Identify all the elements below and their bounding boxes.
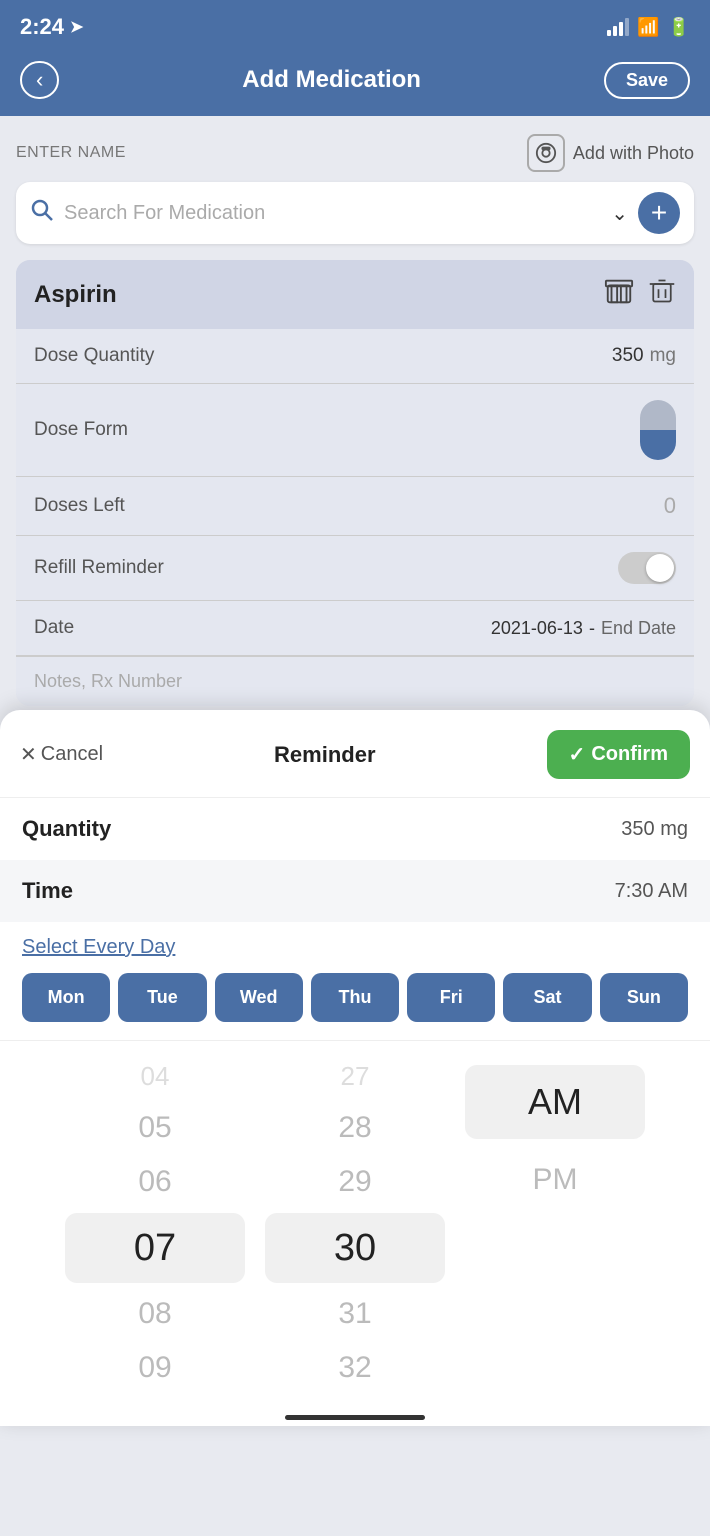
delete-icon[interactable] xyxy=(648,277,676,312)
min-31: 31 xyxy=(255,1287,455,1341)
home-bar xyxy=(285,1415,425,1420)
confirm-check-icon: ✓ xyxy=(569,742,586,767)
save-button[interactable]: Save xyxy=(604,62,690,99)
dose-quantity-value: 350 mg xyxy=(612,345,676,367)
cancel-button[interactable]: ✕ Cancel xyxy=(20,742,103,767)
battery-icon: 🔋 xyxy=(668,17,690,38)
search-bar[interactable]: Search For Medication ⌄ + xyxy=(16,182,694,244)
status-icons: 📶 🔋 xyxy=(607,17,690,38)
home-indicator xyxy=(0,1405,710,1426)
date-row[interactable]: Date 2021-06-13 - End Date xyxy=(16,601,694,656)
dose-form-label: Dose Form xyxy=(34,419,128,441)
date-value: 2021-06-13 - End Date xyxy=(491,618,676,639)
day-fri-button[interactable]: Fri xyxy=(407,973,495,1022)
time-row: Time 7:30 AM xyxy=(0,860,710,922)
select-every-day-button[interactable]: Select Every Day xyxy=(22,936,688,959)
time-picker[interactable]: 04 05 06 07 08 09 27 28 29 30 31 32 AM P… xyxy=(0,1040,710,1405)
form-rows: Dose Quantity 350 mg Dose Form Doses Lef… xyxy=(16,329,694,706)
status-bar: 2:24 ➤ 📶 🔋 xyxy=(0,0,710,50)
cancel-x-icon: ✕ xyxy=(20,742,37,767)
camera-icon xyxy=(527,134,565,172)
nav-bar: ‹ Add Medication Save xyxy=(0,50,710,116)
dose-form-row[interactable]: Dose Form xyxy=(16,384,694,477)
quantity-label: Quantity xyxy=(22,816,111,842)
day-tue-button[interactable]: Tue xyxy=(118,973,206,1022)
chevron-down-icon: ⌄ xyxy=(611,201,628,226)
medication-name: Aspirin xyxy=(34,281,117,309)
doses-left-value: 0 xyxy=(664,493,676,519)
hour-05: 05 xyxy=(55,1101,255,1155)
wifi-icon: 📶 xyxy=(637,17,659,38)
quantity-value: 350 mg xyxy=(621,818,688,841)
add-medication-button[interactable]: + xyxy=(638,192,680,234)
day-sun-button[interactable]: Sun xyxy=(600,973,688,1022)
min-28: 28 xyxy=(255,1101,455,1155)
notes-row[interactable]: Notes, Rx Number xyxy=(16,656,694,706)
capsule-icon xyxy=(640,400,676,460)
reminder-modal: ✕ Cancel Reminder ✓ Confirm Quantity 350… xyxy=(0,710,710,1426)
enter-name-row: ENTER NAME Add with Photo xyxy=(16,134,694,172)
pm-option[interactable]: PM xyxy=(455,1143,655,1217)
add-with-photo-label: Add with Photo xyxy=(573,143,694,164)
time-value: 7:30 AM xyxy=(615,880,688,903)
content-area: ENTER NAME Add with Photo Search For Med… xyxy=(0,116,710,706)
refill-reminder-toggle[interactable] xyxy=(618,552,676,584)
add-with-photo-button[interactable]: Add with Photo xyxy=(527,134,694,172)
status-time: 2:24 ➤ xyxy=(20,14,83,40)
refill-reminder-label: Refill Reminder xyxy=(34,557,164,579)
back-button[interactable]: ‹ xyxy=(20,61,59,99)
back-arrow-icon: ‹ xyxy=(36,67,43,93)
hour-09: 09 xyxy=(55,1341,255,1395)
medication-header: Aspirin xyxy=(16,260,694,329)
time-label: Time xyxy=(22,878,73,904)
quantity-row: Quantity 350 mg xyxy=(0,798,710,860)
notes-label: Notes, Rx Number xyxy=(34,671,182,691)
modal-title: Reminder xyxy=(274,742,375,768)
min-27: 27 xyxy=(255,1051,455,1101)
nav-title: Add Medication xyxy=(242,66,421,94)
day-selector: Select Every Day Mon Tue Wed Thu Fri Sat… xyxy=(0,922,710,1040)
hour-07-selected[interactable]: 07 xyxy=(65,1213,245,1283)
search-icon xyxy=(30,198,54,228)
day-mon-button[interactable]: Mon xyxy=(22,973,110,1022)
am-selected[interactable]: AM xyxy=(465,1065,645,1139)
hour-04: 04 xyxy=(55,1051,255,1101)
refill-reminder-row: Refill Reminder xyxy=(16,536,694,601)
day-wed-button[interactable]: Wed xyxy=(215,973,303,1022)
enter-name-label: ENTER NAME xyxy=(16,144,126,162)
date-label: Date xyxy=(34,617,74,639)
minutes-column[interactable]: 27 28 29 30 31 32 xyxy=(255,1051,455,1395)
day-sat-button[interactable]: Sat xyxy=(503,973,591,1022)
ampm-column[interactable]: AM PM xyxy=(455,1051,655,1395)
min-32: 32 xyxy=(255,1341,455,1395)
archive-icon[interactable] xyxy=(604,276,634,313)
toggle-knob xyxy=(646,554,674,582)
search-input[interactable]: Search For Medication xyxy=(64,202,601,225)
confirm-button[interactable]: ✓ Confirm xyxy=(547,730,690,779)
hour-06: 06 xyxy=(55,1155,255,1209)
day-thu-button[interactable]: Thu xyxy=(311,973,399,1022)
min-30-selected[interactable]: 30 xyxy=(265,1213,445,1283)
modal-header: ✕ Cancel Reminder ✓ Confirm xyxy=(0,710,710,798)
dose-quantity-row[interactable]: Dose Quantity 350 mg xyxy=(16,329,694,384)
cancel-label: Cancel xyxy=(41,743,103,766)
doses-left-row[interactable]: Doses Left 0 xyxy=(16,477,694,536)
hours-column[interactable]: 04 05 06 07 08 09 xyxy=(55,1051,255,1395)
dose-quantity-label: Dose Quantity xyxy=(34,345,154,367)
day-buttons: Mon Tue Wed Thu Fri Sat Sun xyxy=(22,973,688,1022)
medication-card: Aspirin xyxy=(16,260,694,706)
signal-bars-icon xyxy=(607,18,629,36)
min-29: 29 xyxy=(255,1155,455,1209)
doses-left-label: Doses Left xyxy=(34,495,125,517)
hour-08: 08 xyxy=(55,1287,255,1341)
medication-actions xyxy=(604,276,676,313)
location-arrow-icon: ➤ xyxy=(70,17,83,37)
confirm-label: Confirm xyxy=(591,743,668,766)
